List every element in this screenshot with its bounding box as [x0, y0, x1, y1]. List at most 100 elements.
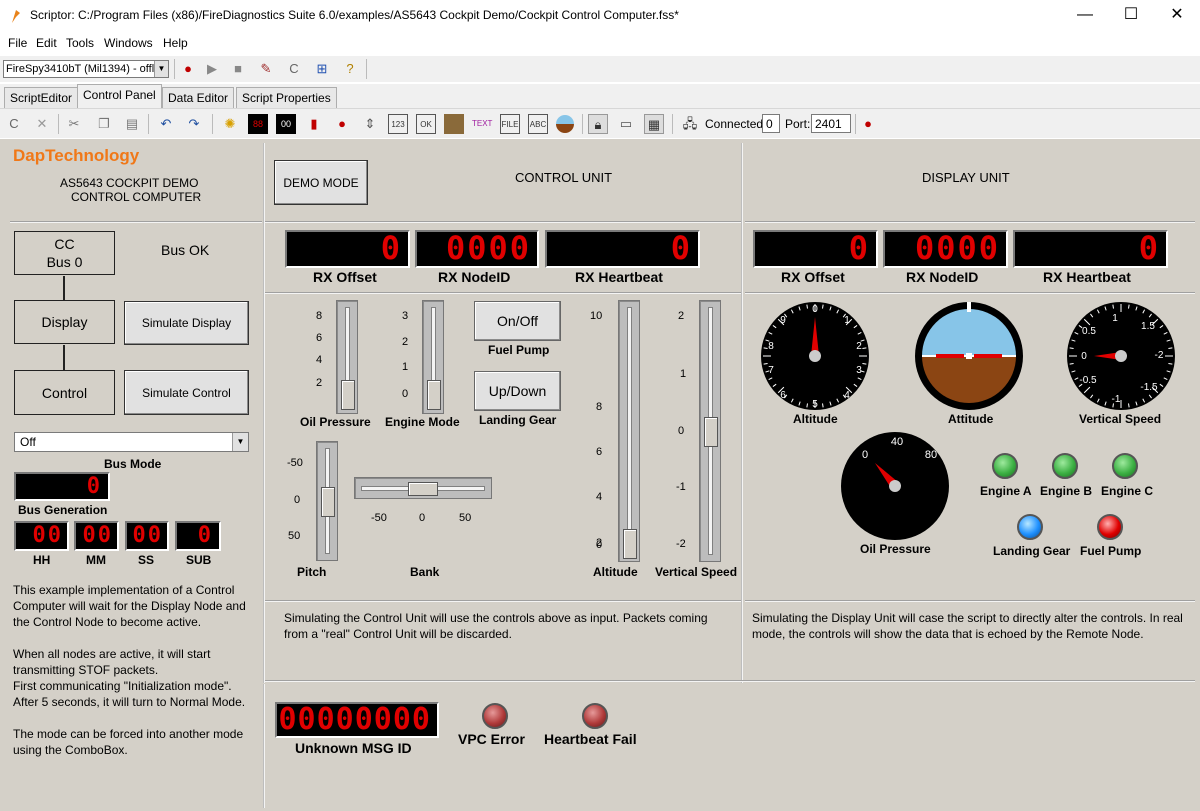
lcd-widget-icon[interactable]: 88 — [248, 114, 268, 134]
vspeed-gauge-tick: -1 — [1112, 394, 1121, 405]
undo-icon[interactable]: ↶ — [156, 114, 176, 134]
time-sub-label: SUB — [186, 553, 212, 567]
bank-tick: -50 — [371, 512, 387, 524]
cut-connect-icon[interactable]: C — [4, 114, 24, 134]
vertical-speed-slider[interactable] — [699, 300, 721, 562]
file-widget-icon[interactable]: FILE — [500, 114, 520, 134]
altitude-thumb[interactable] — [623, 529, 637, 559]
reset-icon[interactable]: C — [284, 59, 304, 79]
bank-label: Bank — [410, 565, 440, 579]
resize-icon[interactable]: ▭ — [616, 114, 636, 134]
altitude-slider[interactable] — [618, 300, 640, 562]
redo-icon[interactable]: ↷ — [184, 114, 204, 134]
bank-slider[interactable] — [354, 477, 492, 499]
grid-icon[interactable]: ⊞ — [312, 59, 332, 79]
network-icon[interactable]: 🖧︎ — [680, 114, 700, 134]
engine-mode-label: Engine Mode — [385, 415, 460, 429]
divider — [745, 600, 1195, 602]
engine-c-label: Engine C — [1101, 484, 1154, 498]
altitude-gauge-tick: 0 — [812, 304, 818, 315]
bus-mode-select[interactable]: Off ▼ — [14, 432, 249, 452]
paste-icon[interactable]: ▤ — [122, 114, 142, 134]
du-rx-nodeid-display: 0000 — [883, 230, 1008, 268]
record-icon[interactable]: ● — [178, 59, 198, 79]
tab-control-panel[interactable]: Control Panel — [77, 84, 162, 108]
engine-mode-slider[interactable] — [422, 300, 444, 414]
text-widget-icon[interactable]: TEXT — [472, 114, 492, 134]
simulate-control-button[interactable]: Simulate Control — [124, 370, 249, 415]
attitude-widget-icon[interactable] — [556, 115, 574, 133]
engine-mode-thumb[interactable] — [427, 380, 441, 410]
play-icon[interactable]: ▶ — [202, 59, 222, 79]
time-sub-display: 0 — [175, 521, 221, 551]
menu-file[interactable]: File — [8, 36, 27, 50]
oil-pressure-thumb[interactable] — [341, 380, 355, 410]
connect-icon[interactable]: ● — [858, 114, 878, 134]
port-input[interactable]: 2401 — [811, 114, 851, 133]
divider — [741, 143, 743, 683]
vertical-speed-thumb[interactable] — [704, 417, 718, 447]
stop-icon[interactable]: ■ — [228, 59, 248, 79]
compile-icon[interactable]: ✎ — [256, 59, 276, 79]
cu-rx-nodeid-label: RX NodeID — [438, 269, 511, 285]
form-widget-icon[interactable]: ABC — [528, 114, 548, 134]
fuel-pump-toggle[interactable]: On/Off — [474, 301, 561, 341]
minimize-button[interactable]: — — [1062, 0, 1108, 32]
attitude-label: Attitude — [948, 412, 994, 426]
attitude-wing-right — [974, 354, 1002, 358]
menu-windows[interactable]: Windows — [104, 36, 153, 50]
bank-thumb[interactable] — [408, 482, 438, 496]
landing-gear-toggle[interactable]: Up/Down — [474, 371, 561, 411]
toolbar-divider — [366, 59, 367, 79]
simulate-display-button[interactable]: Simulate Display — [124, 301, 249, 345]
cu-rx-offset-label: RX Offset — [313, 269, 377, 285]
led-widget-icon[interactable]: ● — [332, 114, 352, 134]
lock-icon[interactable]: 🔒︎ — [588, 114, 608, 134]
tab-script-properties[interactable]: Script Properties — [236, 87, 337, 108]
copy-icon[interactable]: ❐ — [94, 114, 114, 134]
oil-tick: 6 — [316, 332, 323, 344]
vspeed-gauge-tick: 1.5 — [1141, 321, 1155, 332]
gauge-widget-icon[interactable]: ▮ — [304, 114, 324, 134]
menu-help[interactable]: Help — [163, 36, 188, 50]
pitch-thumb[interactable] — [321, 487, 335, 517]
description-para4: The mode can be forced into another mode… — [13, 727, 244, 757]
pitch-tick: 0 — [294, 494, 301, 506]
oil-pressure-slider[interactable] — [336, 300, 358, 414]
time-ss-display: 00 — [125, 521, 169, 551]
help-icon[interactable]: ? — [340, 59, 360, 79]
oil-tick: 4 — [316, 354, 323, 366]
altitude-gauge-tick: 5 — [812, 399, 818, 410]
maximize-button[interactable]: ☐ — [1108, 0, 1154, 32]
description-para2: When all nodes are active, it will start… — [13, 647, 211, 677]
new-widget-icon[interactable]: ✺ — [220, 114, 240, 134]
altitude-gauge-tick: 6 — [780, 390, 786, 401]
cu-rx-nodeid-display: 0000 — [415, 230, 539, 268]
gauge-tick-mark — [1168, 363, 1173, 365]
needle-hub — [809, 350, 821, 362]
gauge-tick-mark — [1168, 347, 1173, 349]
tab-data-editor[interactable]: Data Editor — [162, 87, 235, 108]
control-unit-note: Simulating the Control Unit will use the… — [284, 611, 708, 641]
grid-toggle-icon[interactable]: ▦ — [644, 114, 664, 134]
counter-widget-icon[interactable]: 00 — [276, 114, 296, 134]
tab-script-editor[interactable]: ScriptEditor — [4, 87, 79, 108]
ok-button-widget-icon[interactable]: OK — [416, 114, 436, 134]
menu-edit[interactable]: Edit — [36, 36, 57, 50]
cut-icon[interactable]: ✂ — [64, 114, 84, 134]
device-select[interactable]: FireSpy3410bT (Mil1394) - offlir ▼ — [3, 60, 169, 78]
demo-mode-button[interactable]: DEMO MODE — [274, 160, 368, 205]
time-ss-label: SS — [138, 553, 155, 567]
image-widget-icon[interactable] — [444, 114, 464, 134]
divider — [265, 221, 741, 223]
divider — [263, 143, 265, 683]
altitude-tick: 8 — [596, 401, 603, 413]
engine-tick: 1 — [402, 361, 409, 373]
number-widget-icon[interactable]: 123 — [388, 114, 408, 134]
slider-widget-icon[interactable]: ⇕ — [360, 114, 380, 134]
delete-icon[interactable]: ✕ — [32, 114, 52, 134]
pitch-slider[interactable] — [316, 441, 338, 561]
menu-tools[interactable]: Tools — [66, 36, 94, 50]
altitude-gauge-tick: 2 — [856, 341, 862, 352]
close-button[interactable]: ✕ — [1154, 0, 1200, 32]
